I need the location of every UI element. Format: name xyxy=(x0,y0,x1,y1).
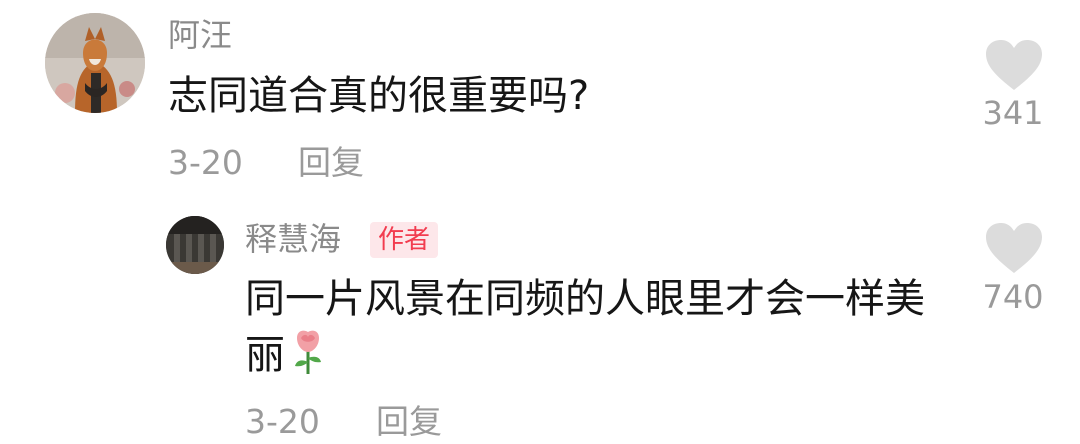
comment-text[interactable]: 志同道合真的很重要吗? xyxy=(168,70,589,122)
comment-text[interactable]: 同一片风景在同频的人眼里才会一样美丽 xyxy=(245,271,935,383)
heart-icon xyxy=(986,223,1042,273)
comment-date: 3-20 xyxy=(245,402,320,441)
user-avatar[interactable] xyxy=(166,216,224,274)
like-button[interactable] xyxy=(984,38,1044,94)
dark-photo-avatar-icon xyxy=(166,216,224,274)
user-avatar[interactable] xyxy=(45,13,145,113)
like-count: 341 xyxy=(982,94,1044,132)
comment-text-content: 同一片风景在同频的人眼里才会一样美丽 xyxy=(245,276,925,378)
comment-date: 3-20 xyxy=(168,143,243,182)
reply-button[interactable]: 回复 xyxy=(376,400,442,444)
comment-author[interactable]: 阿汪 xyxy=(168,14,232,56)
heart-icon xyxy=(986,40,1042,90)
comment-author[interactable]: 释慧海 xyxy=(245,218,341,260)
author-badge: 作者 xyxy=(370,222,439,258)
reply-button[interactable]: 回复 xyxy=(298,141,364,185)
rose-emoji-icon xyxy=(291,328,325,376)
dog-avatar-icon xyxy=(45,13,145,113)
like-count: 740 xyxy=(982,278,1044,316)
like-button[interactable] xyxy=(984,221,1044,277)
